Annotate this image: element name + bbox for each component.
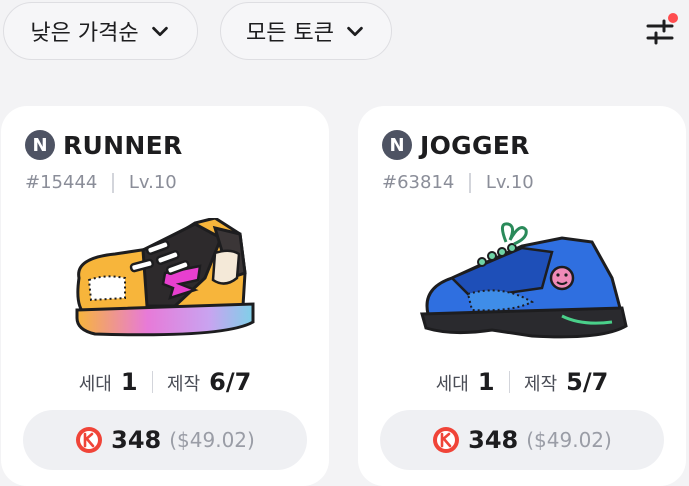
price-usd: ($49.02) <box>526 428 612 452</box>
notification-dot <box>668 13 678 23</box>
running-shoe-image <box>420 222 628 339</box>
n-badge-icon: N <box>25 130 55 160</box>
sort-dropdown-label: 낮은 가격순 <box>30 21 139 46</box>
divider <box>112 172 114 193</box>
chevron-down-icon <box>151 26 168 37</box>
divider <box>508 371 511 393</box>
mint-value: 6/7 <box>209 368 252 396</box>
token-id: #15444 <box>25 172 98 193</box>
mint-value: 5/7 <box>566 368 609 396</box>
divider <box>151 371 154 393</box>
card-title: RUNNER <box>63 130 183 160</box>
mint-label: 제작 <box>524 374 558 395</box>
chevron-down-icon <box>347 26 363 37</box>
high-top-sneaker-image <box>75 218 255 337</box>
mint-label: 제작 <box>167 374 201 395</box>
price-button[interactable]: 348 ($49.02) <box>23 410 307 470</box>
token-dropdown-label: 모든 토큰 <box>246 21 334 46</box>
level: Lv.10 <box>128 172 177 193</box>
generation-label: 세대 <box>435 374 469 395</box>
price-amount: 348 <box>468 426 519 454</box>
generation-value: 1 <box>477 368 495 396</box>
nft-card[interactable]: N JOGGER #63814 Lv.10 세대 1 제작 5/7 348 ($… <box>358 106 686 486</box>
token-id: #63814 <box>382 172 455 193</box>
price-button[interactable]: 348 ($49.02) <box>380 410 664 470</box>
token-dropdown[interactable]: 모든 토큰 <box>220 2 392 60</box>
nft-card[interactable]: N RUNNER #15444 Lv.10 세대 1 제작 6/7 348 ($… <box>1 106 329 486</box>
n-badge-icon: N <box>382 130 412 160</box>
token-coin-icon <box>433 427 460 453</box>
filter-settings-icon[interactable] <box>640 12 680 52</box>
price-usd: ($49.02) <box>169 428 255 452</box>
price-amount: 348 <box>111 426 162 454</box>
sort-dropdown[interactable]: 낮은 가격순 <box>3 2 198 60</box>
level: Lv.10 <box>485 172 534 193</box>
token-coin-icon <box>76 427 103 453</box>
card-title: JOGGER <box>420 130 530 160</box>
generation-label: 세대 <box>78 374 112 395</box>
divider <box>469 172 471 193</box>
generation-value: 1 <box>120 368 138 396</box>
